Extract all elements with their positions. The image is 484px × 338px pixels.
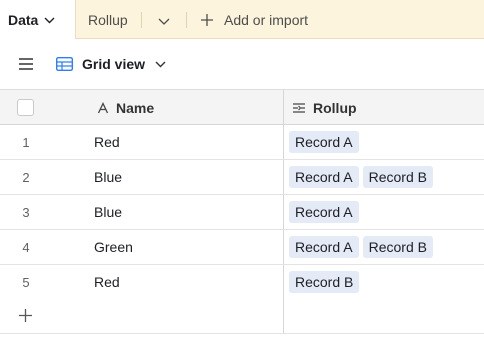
- table-row[interactable]: 4 Green Record A Record B: [0, 230, 484, 265]
- add-record-row[interactable]: [0, 299, 484, 334]
- table-row[interactable]: 5 Red Record B: [0, 265, 484, 300]
- row-number: 5: [22, 274, 30, 290]
- tab-data[interactable]: Data: [0, 0, 76, 40]
- chevron-down-icon: [158, 12, 170, 28]
- column-header-rollup[interactable]: Rollup: [283, 90, 484, 125]
- name-cell[interactable]: Red: [94, 125, 120, 159]
- tab-rollup-label: Rollup: [88, 11, 128, 28]
- column-header-name-label: Name: [116, 99, 155, 116]
- name-cell[interactable]: Red: [94, 265, 120, 299]
- table-row[interactable]: 3 Blue Record A: [0, 195, 484, 230]
- select-all-checkbox[interactable]: [17, 99, 34, 116]
- grid-view-icon: [56, 57, 73, 71]
- table-row[interactable]: 1 Red Record A: [0, 125, 484, 160]
- tab-data-label: Data: [8, 12, 39, 28]
- name-cell[interactable]: Blue: [94, 160, 122, 194]
- record-chip: Record B: [289, 271, 360, 293]
- name-cell[interactable]: Green: [94, 230, 133, 264]
- hamburger-menu-icon[interactable]: [18, 56, 34, 72]
- row-number: 4: [22, 239, 30, 255]
- tab-divider: [141, 12, 142, 28]
- chevron-down-icon[interactable]: [44, 17, 55, 24]
- add-or-import-button[interactable]: Add or import: [200, 0, 308, 39]
- record-chip: Record A: [289, 131, 359, 153]
- add-or-import-label: Add or import: [224, 11, 309, 28]
- record-chip: Record A: [289, 236, 359, 258]
- tables-menu-button[interactable]: [158, 0, 170, 39]
- column-divider: [283, 299, 284, 333]
- row-number: 1: [22, 134, 30, 150]
- table-tab-bar: Data Rollup Add or import: [0, 0, 484, 40]
- table-row[interactable]: 2 Blue Record A Record B: [0, 160, 484, 195]
- view-switcher[interactable]: Grid view: [56, 53, 166, 75]
- record-chip: Record B: [362, 166, 433, 188]
- add-record-plus-icon[interactable]: [18, 308, 33, 323]
- rollup-cell[interactable]: Record B: [283, 265, 484, 299]
- rollup-cell[interactable]: Record A: [283, 125, 484, 159]
- record-chip: Record A: [289, 201, 359, 223]
- chevron-down-icon: [155, 61, 166, 68]
- plus-icon: [200, 13, 214, 27]
- grid-header-row: Name Rollup: [0, 89, 484, 125]
- record-chip: Record A: [289, 166, 359, 188]
- row-number: 2: [22, 169, 30, 185]
- row-number: 3: [22, 204, 30, 220]
- view-bar: Grid view: [0, 39, 484, 89]
- record-chip: Record B: [362, 236, 433, 258]
- column-header-rollup-label: Rollup: [313, 99, 357, 116]
- view-name: Grid view: [82, 56, 146, 72]
- text-field-icon: [97, 101, 109, 114]
- name-cell[interactable]: Blue: [94, 195, 122, 229]
- rollup-field-icon: [292, 102, 306, 114]
- tab-rollup[interactable]: Rollup: [88, 0, 128, 39]
- select-all-cell: [0, 90, 87, 125]
- tab-divider: [186, 12, 187, 28]
- rollup-cell[interactable]: Record A Record B: [283, 230, 484, 264]
- rollup-cell[interactable]: Record A: [283, 195, 484, 229]
- rollup-cell[interactable]: Record A Record B: [283, 160, 484, 194]
- column-header-name[interactable]: Name: [87, 90, 283, 125]
